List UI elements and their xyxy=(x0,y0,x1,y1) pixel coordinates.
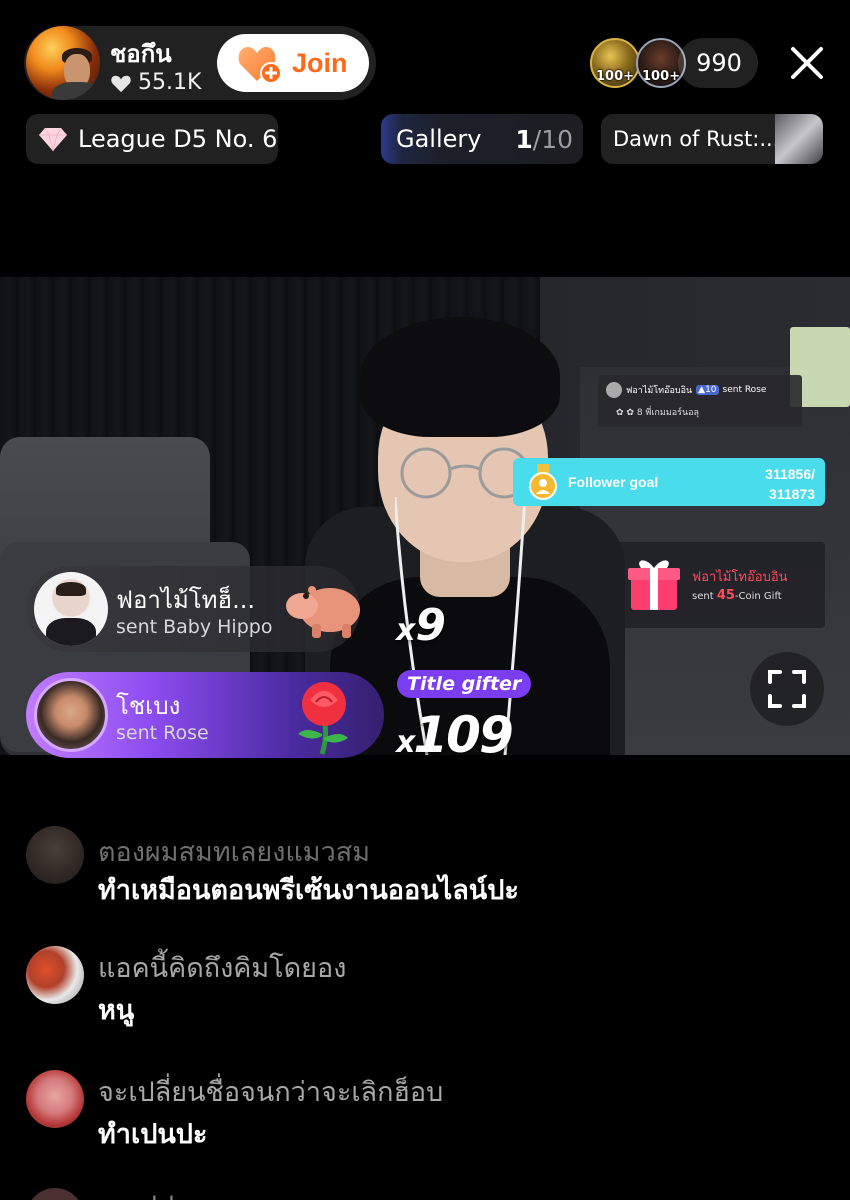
join-label: Join xyxy=(292,47,348,78)
gallery-count: 1/10 xyxy=(515,124,573,154)
avatar[interactable] xyxy=(34,572,108,646)
event-title: Dawn of Rust:... xyxy=(613,127,780,151)
viewer-badge: 100+ xyxy=(595,69,635,84)
comment-username[interactable]: ตองผมสมทเลยงแมวสม xyxy=(98,830,370,873)
coin-gift-sender: ฟอาไม้โทอ๊อบอิน xyxy=(692,570,788,585)
gallery-button[interactable]: Gallery 1/10 xyxy=(381,114,583,164)
coin-gift-alert: ฟอาไม้โทอ๊อบอิน sent 45-Coin Gift xyxy=(617,542,825,628)
comment-text: ทำเปนปะ xyxy=(98,1119,208,1150)
league-label: League D5 No. 6 xyxy=(78,125,278,153)
combo-count: x9 xyxy=(396,600,446,651)
follower-goal-value: 311856/ 311873 xyxy=(765,466,815,502)
gift-notification: ฟอาไม้โทฮ็... sent Baby Hippo xyxy=(26,566,360,652)
gallery-label: Gallery xyxy=(396,125,482,153)
heart-icon xyxy=(111,75,131,92)
title-gifter-tag: Title gifter xyxy=(397,670,532,698)
avatar[interactable] xyxy=(34,678,108,752)
gift-message: sent Baby Hippo xyxy=(116,616,273,638)
coin-gift-message: sent 45-Coin Gift xyxy=(692,588,782,603)
viewer-count[interactable]: 990 xyxy=(678,38,758,88)
comment-text: หนู xyxy=(98,995,135,1026)
stream-gift-alert: ฟอาไม้โทอ๊อบอิน ▲10 sent Rose ✿ ✿ 8 พี่เ… xyxy=(598,375,802,427)
league-badge[interactable]: League D5 No. 6 xyxy=(26,114,278,164)
gift-sender: โชเบง xyxy=(116,692,181,720)
medal-icon xyxy=(529,464,557,500)
combo-count: x109 xyxy=(396,706,514,764)
comment-username[interactable]: • แปป • xyxy=(98,1184,199,1200)
comment-username[interactable]: จะเปลี่ยนชื่อจนกว่าจะเลิกฮ็อบ xyxy=(98,1070,443,1113)
gift-message: sent Rose xyxy=(116,722,209,744)
hippo-icon xyxy=(286,586,360,638)
fullscreen-icon xyxy=(768,670,806,708)
heart-plus-icon xyxy=(238,47,282,84)
host-avatar[interactable] xyxy=(26,26,100,100)
gift-notification: โชเบง sent Rose xyxy=(26,672,384,758)
fullscreen-button[interactable] xyxy=(750,652,824,726)
close-icon[interactable] xyxy=(784,40,830,86)
rose-icon xyxy=(298,682,348,755)
comment-username[interactable]: แอคนี้คิดถึงคิมโดยอง xyxy=(98,946,346,989)
host-likes-count: 55.1K xyxy=(138,70,202,95)
event-banner[interactable]: Dawn of Rust:... xyxy=(601,114,823,164)
avatar[interactable] xyxy=(26,826,84,884)
avatar[interactable] xyxy=(26,1070,84,1128)
gift-sender: ฟอาไม้โทฮ็... xyxy=(116,586,256,614)
event-thumbnail xyxy=(775,114,823,164)
comment-text: ทำเหมือนตอนพรีเซ้นงานออนไลน์ปะ xyxy=(98,875,519,906)
top-viewer-avatar[interactable]: 100+ xyxy=(590,38,640,88)
viewer-badge: 100+ xyxy=(641,69,681,84)
host-likes: 55.1K xyxy=(110,70,201,95)
avatar[interactable] xyxy=(26,1188,84,1200)
diamond-icon xyxy=(39,127,67,152)
join-button[interactable]: Join xyxy=(217,34,369,92)
follower-goal-label: Follower goal xyxy=(568,474,659,490)
follower-goal-widget: Follower goal 311856/ 311873 xyxy=(513,458,825,506)
avatar[interactable] xyxy=(26,946,84,1004)
gift-box-icon xyxy=(628,560,680,610)
host-name: ชอกึน xyxy=(110,40,172,68)
